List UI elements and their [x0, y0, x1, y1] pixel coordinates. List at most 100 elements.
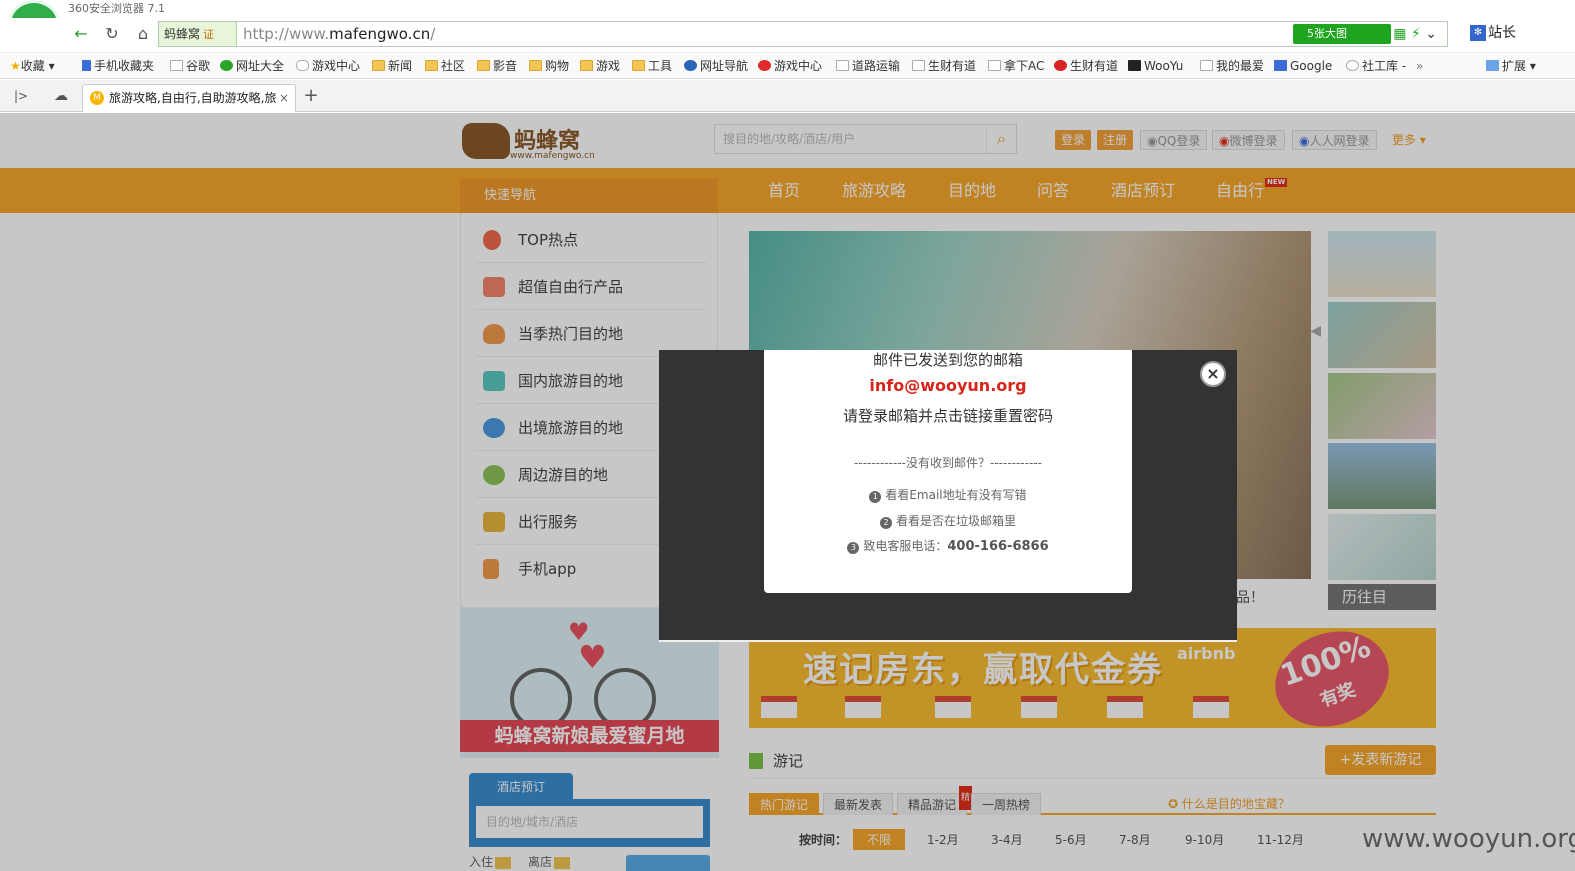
folder-icon: [529, 60, 542, 71]
compass-icon: [684, 60, 697, 71]
tip-check-email: 1 看看Email地址有没有写错: [764, 486, 1132, 503]
paw-icon: ✻: [1470, 25, 1486, 41]
bookmark-item[interactable]: Google: [1274, 53, 1333, 78]
title-bar: 360安全浏览器 7.1: [0, 0, 1575, 18]
bookmark-label: 社区: [441, 59, 466, 73]
bookmark-item[interactable]: WooYu: [1128, 53, 1183, 78]
wooyun-icon: [1128, 60, 1141, 71]
bookmark-overflow-icon[interactable]: »: [1416, 53, 1423, 78]
app-title: 360安全浏览器 7.1: [68, 2, 165, 15]
bookmark-item[interactable]: 游戏中心: [758, 53, 823, 78]
bookmark-item[interactable]: 游戏: [580, 53, 621, 78]
game-center-icon: [758, 60, 771, 71]
bookmark-label: 道路运输: [852, 59, 901, 73]
bookmark-favorites[interactable]: ★收藏 ▾: [10, 53, 55, 78]
reset-instruction: 请登录邮箱并点击链接重置密码: [842, 407, 1053, 425]
bookmark-label: 拿下AC: [1004, 59, 1045, 73]
bookmark-label: 我的最爱: [1216, 59, 1265, 73]
page-icon: [170, 60, 183, 71]
bookmark-label: 游戏中心: [312, 59, 361, 73]
url-text[interactable]: http://www.mafengwo.cn/: [243, 22, 435, 46]
email-sent-modal: 邮件已发送到您的邮箱 info@wooyun.org 请登录邮箱并点击链接重置密…: [659, 350, 1237, 642]
email-sent-message: 邮件已发送到您的邮箱: [872, 351, 1023, 369]
wooyun-watermark: www.wooyun.org: [1362, 824, 1575, 854]
tip-check-spam: 2 看看是否在垃圾邮箱里: [764, 512, 1132, 529]
site-verified-badge[interactable]: 蚂蜂窝证: [159, 22, 237, 46]
folder-icon: [425, 60, 438, 71]
bookmark-item[interactable]: 拿下AC: [988, 53, 1045, 78]
bookmark-label: 新闻: [388, 59, 413, 73]
bookmark-label: 影音: [493, 59, 518, 73]
tab-mafengwo[interactable]: M 旅游攻略,自由行,自助游攻略,旅 ×: [82, 84, 296, 112]
refresh-icon[interactable]: ↻: [99, 22, 125, 46]
not-received-separator: ------------没有收到邮件？------------: [854, 456, 1042, 470]
bookmark-label: 生财有道: [928, 59, 977, 73]
grid-icon: [1486, 60, 1499, 71]
home-icon[interactable]: ⌂: [130, 22, 156, 46]
tab-title: 旅游攻略,自由行,自助游攻略,旅: [109, 91, 277, 105]
tip-text: 看看Email地址有没有写错: [885, 488, 1027, 502]
zhanzhang-label: 站长: [1488, 25, 1516, 41]
folder-icon: [580, 60, 593, 71]
bookmark-label: 游戏中心: [774, 59, 823, 73]
bookmark-label: 游戏: [596, 59, 621, 73]
tip-text: 致电客服电话：: [863, 539, 948, 553]
dropdown-chevron-icon[interactable]: ⌄: [1425, 26, 1437, 42]
bookmark-item[interactable]: 社工库 -: [1346, 53, 1406, 78]
number-one-icon: 1: [869, 491, 882, 503]
url-suffix: /: [430, 25, 436, 43]
bookmark-item[interactable]: 工具: [632, 53, 673, 78]
bookmark-item[interactable]: 道路运输: [836, 53, 901, 78]
bookmark-label: 工具: [648, 59, 673, 73]
globe-icon: [220, 60, 233, 71]
qr-lightning-icons[interactable]: ▦ ⚡ ⌄: [1393, 22, 1437, 46]
phone-icon: [82, 60, 91, 71]
navigation-row: ← ↻ ⌂ 蚂蜂窝证 http://www.mafengwo.cn/ 5张大图 …: [0, 18, 1575, 50]
extensions-button[interactable]: 扩展 ▾: [1486, 53, 1536, 78]
tab-bar: |> ☁ M 旅游攻略,自由行,自助游攻略,旅 × +: [0, 80, 1575, 112]
back-arrow-icon[interactable]: ←: [68, 22, 94, 46]
page-icon: [988, 60, 1001, 71]
bookmark-item[interactable]: 生财有道: [912, 53, 977, 78]
bookmark-label: 购物: [545, 59, 570, 73]
new-tab-icon[interactable]: +: [298, 84, 324, 108]
bookmark-item[interactable]: 生财有道: [1054, 53, 1119, 78]
mafengwo-favicon-icon: M: [90, 91, 104, 105]
close-tab-icon[interactable]: ×: [279, 85, 289, 111]
bookmark-bar: ★收藏 ▾ 手机收藏夹 谷歌 网址大全 游戏中心 新闻 社区 影音 购物 游戏 …: [0, 52, 1575, 79]
weibo-icon: [1054, 60, 1067, 71]
folder-icon: [477, 60, 490, 71]
address-bar[interactable]: 蚂蜂窝证 http://www.mafengwo.cn/ 5张大图 ▦ ⚡ ⌄: [158, 21, 1448, 47]
bookmark-label: 网址大全: [236, 59, 285, 73]
bookmark-item[interactable]: 手机收藏夹: [82, 53, 154, 78]
site-badge-label: 蚂蜂窝: [164, 27, 201, 41]
bookmark-item[interactable]: 网址大全: [220, 53, 285, 78]
cert-icon: 证: [203, 28, 215, 41]
bookmark-item[interactable]: 谷歌: [170, 53, 210, 78]
gamepad-icon: [296, 60, 309, 71]
google-icon: [1274, 60, 1287, 71]
big-pic-button[interactable]: 5张大图: [1293, 24, 1391, 44]
cloud-icon[interactable]: ☁: [48, 84, 74, 108]
page-icon: [836, 60, 849, 71]
email-address: info@wooyun.org: [869, 376, 1027, 395]
bookmark-item[interactable]: 影音: [477, 53, 518, 78]
bookmark-item[interactable]: 我的最爱: [1200, 53, 1265, 78]
zhanzhang-button[interactable]: ✻ 站长: [1470, 20, 1516, 46]
support-phone: 400-166-6866: [947, 539, 1049, 554]
bookmark-label: 生财有道: [1070, 59, 1119, 73]
star-icon: ★: [10, 59, 21, 73]
bookmark-label: 收藏: [20, 59, 45, 73]
number-two-icon: 2: [879, 517, 892, 529]
bookmark-item[interactable]: 购物: [529, 53, 570, 78]
tip-text: 看看是否在垃圾邮箱里: [895, 514, 1016, 528]
bookmark-item[interactable]: 社区: [425, 53, 466, 78]
page-icon: [912, 60, 925, 71]
modal-content: 邮件已发送到您的邮箱 info@wooyun.org 请登录邮箱并点击链接重置密…: [764, 350, 1132, 593]
bookmark-item[interactable]: 新闻: [372, 53, 413, 78]
modal-close-icon[interactable]: ×: [1200, 361, 1226, 387]
bookmark-item[interactable]: 游戏中心: [296, 53, 361, 78]
bookmark-label: Google: [1290, 59, 1333, 73]
bookmark-item[interactable]: 网址导航: [684, 53, 748, 78]
sidebar-toggle-icon[interactable]: |>: [8, 84, 34, 108]
